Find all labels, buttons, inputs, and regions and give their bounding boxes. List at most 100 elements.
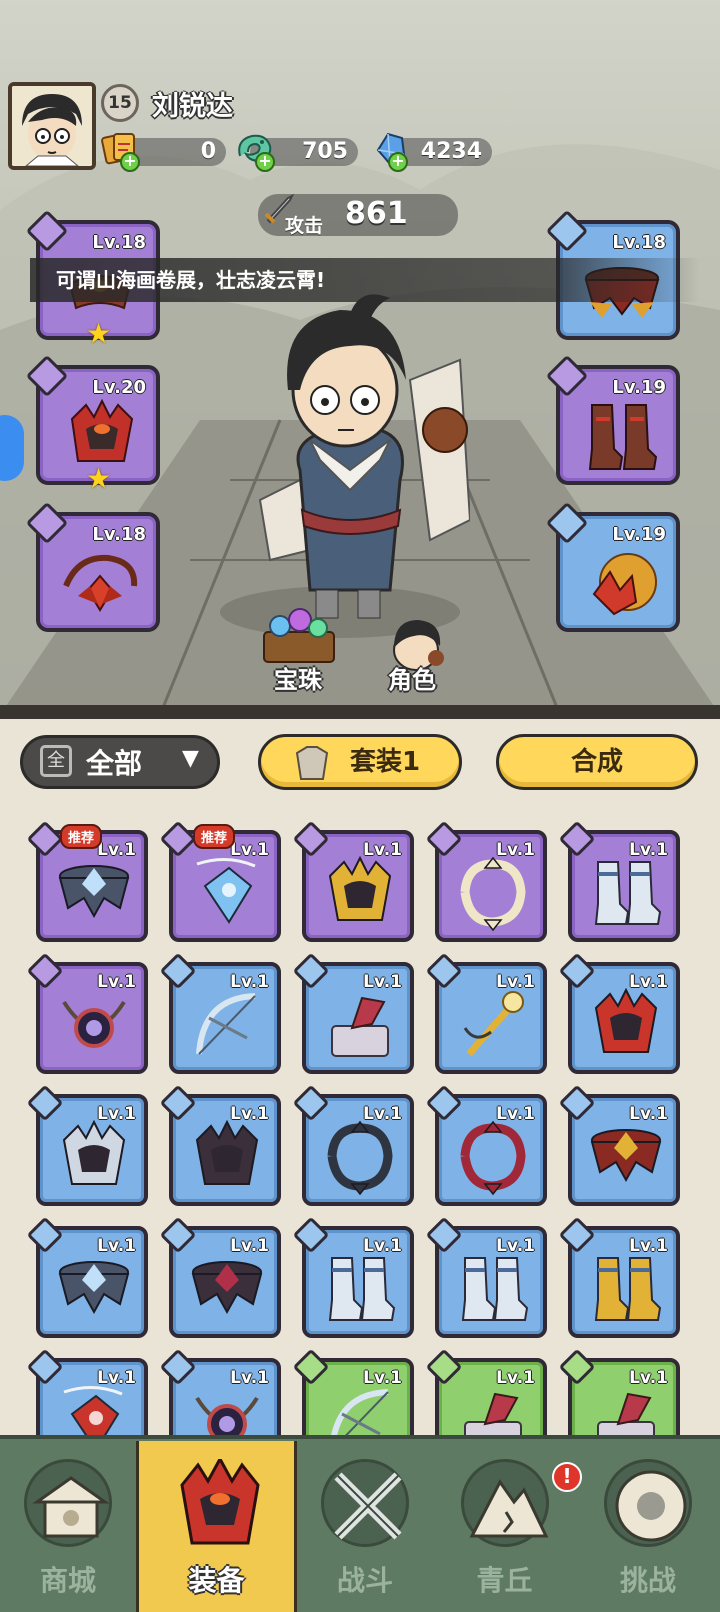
golden-staff-icon bbox=[463, 991, 524, 1057]
shop-pavilion-icon bbox=[32, 1476, 110, 1538]
gems-button[interactable]: 宝珠 bbox=[274, 660, 322, 695]
avatar-portrait-icon bbox=[12, 86, 92, 166]
side-drawer-handle[interactable] bbox=[0, 415, 24, 481]
dark-belt-icon bbox=[191, 1261, 263, 1315]
inventory-item[interactable]: Lv.1 bbox=[26, 1348, 148, 1435]
nav-tab[interactable]: 商城 bbox=[0, 1441, 136, 1612]
nav-label: 青丘 bbox=[476, 1564, 533, 1597]
mountain-icon bbox=[469, 1479, 548, 1538]
inventory-item[interactable]: Lv.1 bbox=[558, 1084, 680, 1206]
inventory-item[interactable]: Lv.1 bbox=[292, 820, 414, 942]
inventory-item[interactable]: Lv.1 bbox=[425, 820, 547, 942]
inventory-item[interactable]: Lv.1 推荐 bbox=[26, 820, 148, 942]
gold-boots-icon bbox=[594, 1257, 662, 1321]
nav-label: 挑战 bbox=[619, 1564, 676, 1597]
dark-ring-icon bbox=[327, 1120, 393, 1196]
inventory-item[interactable]: Lv.1 bbox=[292, 952, 414, 1074]
slot-type-icon bbox=[26, 1348, 64, 1386]
add-crystal-button[interactable]: + bbox=[388, 152, 408, 172]
orb-necklace-icon bbox=[195, 1396, 259, 1435]
inventory-item[interactable]: Lv.1 bbox=[26, 1216, 148, 1338]
inventory-item[interactable]: Lv.1 bbox=[425, 1216, 547, 1338]
inventory-item[interactable]: Lv.1 推荐 bbox=[159, 820, 281, 942]
equip-slot-ring[interactable]: Lv.18 bbox=[25, 501, 160, 632]
slot-type-icon bbox=[159, 820, 197, 858]
character-button[interactable]: 角色 bbox=[388, 660, 436, 695]
inventory-item[interactable]: Lv.1 bbox=[558, 1216, 680, 1338]
nav-label: 商城 bbox=[39, 1564, 96, 1597]
inventory-item[interactable]: Lv.1 bbox=[558, 1348, 680, 1435]
attack-label: 攻击 bbox=[285, 215, 324, 237]
axe-block-icon bbox=[331, 996, 389, 1057]
equip-slot-level: Lv.19 bbox=[612, 524, 666, 545]
crossed-swords-icon bbox=[334, 1472, 402, 1540]
scene-divider bbox=[0, 705, 720, 719]
slot-type-icon bbox=[425, 820, 463, 858]
craft-label: 合成 bbox=[570, 747, 623, 777]
lotus-belt-icon bbox=[590, 1129, 662, 1183]
inventory-item[interactable]: Lv.1 bbox=[159, 1216, 281, 1338]
inventory-item[interactable]: Lv.1 bbox=[159, 1084, 281, 1206]
inventory-item[interactable]: Lv.1 bbox=[26, 952, 148, 1074]
equip-slot-level: Lv.19 bbox=[612, 377, 666, 398]
frost-boots-icon bbox=[328, 1257, 396, 1321]
slot-type-icon bbox=[159, 952, 197, 990]
amulet-icon bbox=[63, 554, 138, 612]
add-jade-button[interactable]: + bbox=[255, 152, 275, 172]
inventory-item[interactable]: Lv.1 bbox=[425, 1084, 547, 1206]
equip-slot-pendant[interactable]: Lv.19 bbox=[545, 501, 680, 632]
category-all-icon: 全 bbox=[40, 745, 72, 777]
hero-character-icon bbox=[258, 294, 470, 619]
chevron-down-icon: ▼ bbox=[182, 746, 199, 771]
nav-tab[interactable]: 挑战 bbox=[576, 1441, 720, 1612]
nav-icon-frame bbox=[604, 1459, 692, 1547]
inventory-item[interactable]: Lv.1 bbox=[425, 1348, 547, 1435]
slot-type-icon bbox=[558, 1348, 596, 1386]
inventory-item[interactable]: Lv.1 bbox=[292, 1348, 414, 1435]
player-level: 15 bbox=[108, 93, 132, 113]
inventory-item[interactable]: Lv.1 bbox=[292, 1084, 414, 1206]
equipment-set-button[interactable]: 套装1 bbox=[258, 734, 462, 790]
pendant-icon bbox=[592, 553, 657, 616]
slot-type-icon bbox=[558, 952, 596, 990]
add-tickets-button[interactable]: + bbox=[120, 152, 140, 172]
red-helmet-icon bbox=[594, 988, 658, 1053]
gold-armor-icon bbox=[328, 856, 392, 921]
feather-ring-icon bbox=[460, 856, 526, 932]
slot-type-icon bbox=[425, 952, 463, 990]
boots-icon bbox=[588, 404, 658, 470]
nav-icon-frame bbox=[176, 1455, 264, 1547]
player-avatar[interactable] bbox=[8, 82, 96, 170]
bow-icon bbox=[331, 1389, 389, 1435]
equip-slot-level: Lv.20 bbox=[92, 377, 146, 398]
slot-type-icon bbox=[425, 1216, 463, 1254]
slot-type-icon bbox=[292, 1084, 330, 1122]
inventory-item[interactable]: Lv.1 bbox=[26, 1084, 148, 1206]
inventory-item[interactable]: Lv.1 bbox=[159, 952, 281, 1074]
inventory-item[interactable]: Lv.1 bbox=[558, 820, 680, 942]
attack-value: 861 bbox=[345, 196, 408, 231]
slot-type-icon bbox=[292, 952, 330, 990]
equip-slot-helmet[interactable]: Lv.20 ★ bbox=[25, 354, 160, 495]
slot-type-icon bbox=[26, 952, 64, 990]
inventory-item[interactable]: Lv.1 bbox=[558, 952, 680, 1074]
bow-icon bbox=[196, 993, 256, 1055]
star-icon: ★ bbox=[86, 317, 112, 350]
equip-slot-level: Lv.18 bbox=[612, 232, 666, 253]
equip-slot-boots[interactable]: Lv.19 bbox=[545, 354, 680, 485]
slot-type-icon bbox=[425, 1084, 463, 1122]
slot-type-icon bbox=[159, 1084, 197, 1122]
recommended-badge: 推荐 bbox=[193, 824, 236, 849]
orb-necklace-icon bbox=[62, 1000, 126, 1048]
slot-type-icon bbox=[425, 1348, 463, 1386]
craft-button[interactable]: 合成 bbox=[496, 734, 698, 790]
inventory-item[interactable]: Lv.1 bbox=[159, 1348, 281, 1435]
slot-type-icon bbox=[26, 820, 64, 858]
nav-tab[interactable]: 装备 bbox=[136, 1441, 297, 1612]
inventory-item[interactable]: Lv.1 bbox=[292, 1216, 414, 1338]
ice-armor-icon bbox=[62, 1120, 126, 1185]
challenge-disc-icon bbox=[615, 1470, 687, 1542]
inventory-item[interactable]: Lv.1 bbox=[425, 952, 547, 1074]
dark-armor-icon bbox=[195, 1120, 259, 1185]
nav-tab[interactable]: 战斗 bbox=[297, 1441, 433, 1612]
